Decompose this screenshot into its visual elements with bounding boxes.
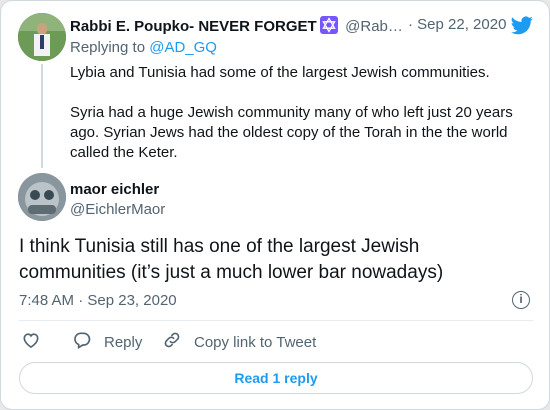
main-tweet-display-name[interactable]: maor eichler xyxy=(70,181,159,198)
first-tweet-handle[interactable]: @Rab… xyxy=(345,18,403,35)
first-tweet-text: Lybia and Tunisia had some of the larges… xyxy=(70,63,530,163)
read-replies-button[interactable]: Read 1 reply xyxy=(19,362,533,394)
reply-button[interactable]: Reply xyxy=(72,330,142,354)
main-tweet-meta: 7:48 AM · Sep 23, 2020 xyxy=(19,292,177,309)
avatar-maor[interactable] xyxy=(18,173,66,221)
main-tweet-text: I think Tunisia still has one of the lar… xyxy=(19,236,444,283)
main-tweet-date[interactable]: Sep 23, 2020 xyxy=(87,292,176,309)
replying-to: Replying to @AD_GQ xyxy=(70,39,217,56)
reply-label: Reply xyxy=(104,333,143,351)
divider xyxy=(19,320,533,321)
first-tweet-paragraph: Syria had a huge Jewish community many o… xyxy=(70,104,513,161)
main-tweet-time[interactable]: 7:48 AM xyxy=(19,292,74,309)
first-tweet-display-name[interactable]: Rabbi E. Poupko- NEVER FORGET xyxy=(70,18,317,35)
main-tweet-separator: · xyxy=(78,292,84,309)
avatar-rabbi[interactable] xyxy=(18,13,66,61)
first-tweet-header: Rabbi E. Poupko- NEVER FORGET @Rab… xyxy=(70,16,403,39)
thread-line xyxy=(41,64,43,168)
speech-bubble-icon xyxy=(72,330,92,354)
first-tweet-date[interactable]: Sep 22, 2020 xyxy=(417,16,506,33)
like-button[interactable] xyxy=(21,330,41,354)
heart-icon xyxy=(21,330,41,354)
copy-link-button[interactable]: Copy link to Tweet xyxy=(162,330,316,354)
star-of-david-icon xyxy=(319,16,338,39)
first-tweet-separator: · xyxy=(408,16,413,33)
tweet-card: Rabbi E. Poupko- NEVER FORGET @Rab… · Se… xyxy=(0,0,550,410)
main-tweet-handle[interactable]: @EichlerMaor xyxy=(70,201,165,218)
replying-to-prefix: Replying to xyxy=(70,39,146,56)
info-icon[interactable]: i xyxy=(512,291,530,309)
first-tweet-paragraph: Lybia and Tunisia had some of the larges… xyxy=(70,64,490,81)
twitter-bird-icon[interactable] xyxy=(511,16,533,40)
link-icon xyxy=(162,330,182,354)
replying-to-handle[interactable]: @AD_GQ xyxy=(149,39,217,56)
first-tweet-date-row: · Sep 22, 2020 xyxy=(408,16,506,33)
copy-link-label: Copy link to Tweet xyxy=(194,333,317,351)
